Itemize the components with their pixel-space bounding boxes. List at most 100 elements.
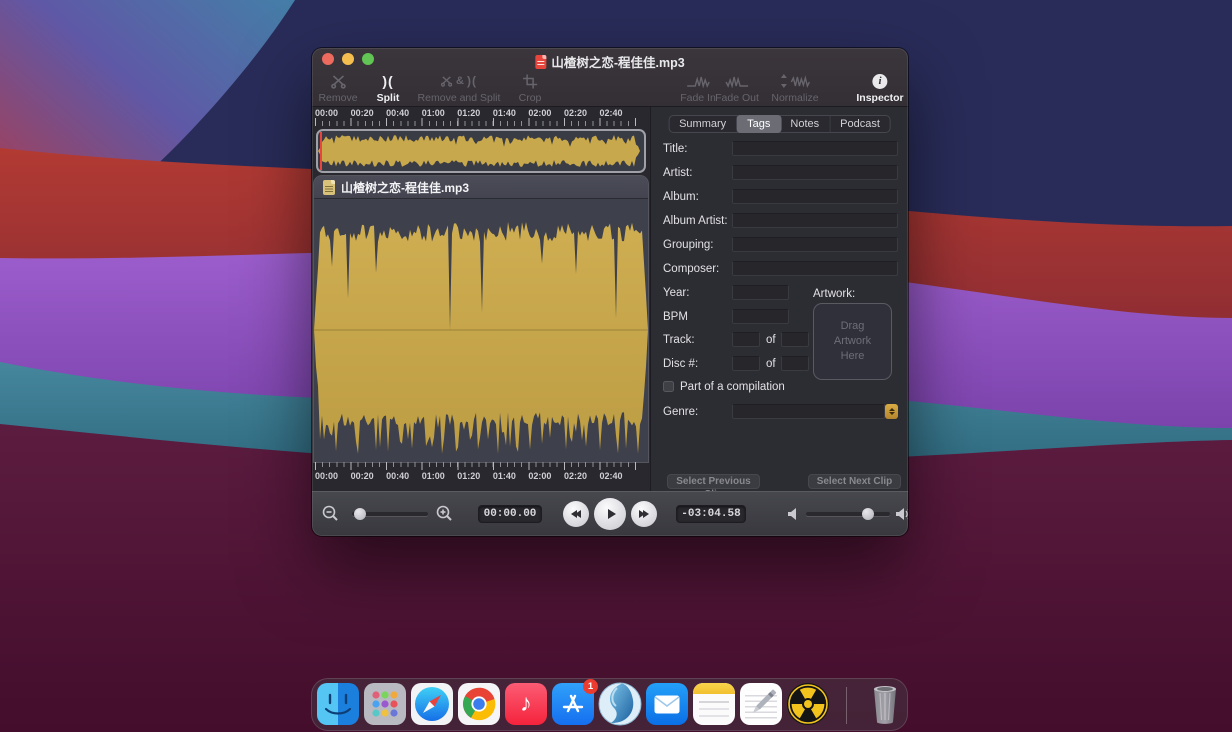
grouping-field[interactable] <box>732 237 898 252</box>
timeline-ruler-bottom[interactable]: 00:0000:2000:4001:0001:2001:4002:0002:20… <box>312 462 644 481</box>
track-number-field[interactable] <box>732 332 760 347</box>
rewind-button[interactable] <box>563 501 589 527</box>
title-label: Title: <box>663 143 688 155</box>
track-of-label: of <box>766 334 776 346</box>
genre-dropdown-stepper[interactable] <box>885 404 898 419</box>
zoom-out-icon[interactable] <box>322 505 339 522</box>
window-title: 山楂树之恋-程佳佳.mp3 <box>535 52 684 71</box>
dock-launchpad-icon[interactable] <box>363 682 407 726</box>
artist-field[interactable] <box>732 165 898 180</box>
select-next-clip-button[interactable]: Select Next Clip <box>808 474 901 489</box>
album-artist-label: Album Artist: <box>663 215 728 227</box>
fade-in-icon <box>680 72 716 90</box>
disc-of-label: of <box>766 358 776 370</box>
album-artist-field[interactable] <box>732 213 898 228</box>
tab-notes[interactable]: Notes <box>780 116 830 132</box>
fast-forward-button[interactable] <box>631 501 657 527</box>
split-button[interactable]: )( Split <box>377 72 400 104</box>
audio-clip[interactable]: 山楂树之恋-程佳佳.mp3 <box>314 176 648 462</box>
crop-icon <box>519 72 542 90</box>
disc-number-field[interactable] <box>732 356 760 371</box>
remove-button[interactable]: Remove <box>318 72 357 104</box>
album-label: Album: <box>663 191 699 203</box>
remaining-time: -03:04.58 <box>676 505 746 523</box>
content-area: 00:0000:2000:4001:0001:2001:4002:0002:20… <box>312 107 908 491</box>
tab-summary[interactable]: Summary <box>669 116 737 132</box>
dock-chrome-icon[interactable] <box>457 682 501 726</box>
zoom-slider-thumb[interactable] <box>354 508 366 520</box>
split-icon: )( <box>377 72 400 90</box>
dock-trash-icon[interactable] <box>863 682 907 726</box>
artwork-dropzone[interactable]: Drag Artwork Here <box>813 303 892 380</box>
tab-podcast[interactable]: Podcast <box>830 116 890 132</box>
volume-high-icon <box>896 507 908 521</box>
close-button[interactable] <box>322 53 334 65</box>
scissors-and-split-icon: &)( <box>418 72 501 90</box>
disc-total-field[interactable] <box>781 356 809 371</box>
composer-field[interactable] <box>732 261 898 276</box>
dock-safari-icon[interactable] <box>410 682 454 726</box>
app-store-badge: 1 <box>583 679 598 694</box>
album-field[interactable] <box>732 189 898 204</box>
inspector-button[interactable]: i Inspector <box>856 72 903 104</box>
dock-separator <box>846 687 847 724</box>
clip-header[interactable]: 山楂树之恋-程佳佳.mp3 <box>314 176 648 199</box>
composer-label: Composer: <box>663 263 719 275</box>
normalize-button[interactable]: Normalize <box>771 72 818 104</box>
volume-slider-thumb[interactable] <box>862 508 874 520</box>
main-waveform[interactable] <box>314 200 648 462</box>
music-note-glyph: ♪ <box>520 692 532 716</box>
year-field[interactable] <box>732 285 789 300</box>
overview-waveform[interactable] <box>316 129 646 173</box>
playhead[interactable] <box>320 132 322 170</box>
bpm-field[interactable] <box>732 309 789 324</box>
genre-label: Genre: <box>663 406 698 418</box>
volume-slider[interactable] <box>806 512 890 516</box>
mp3-document-icon <box>535 55 546 69</box>
window-chrome: 山楂树之恋-程佳佳.mp3 Remove )( Split &)( Remove… <box>312 48 908 107</box>
year-label: Year: <box>663 287 689 299</box>
timeline-ruler-top[interactable]: 00:0000:2000:4001:0001:2001:4002:0002:20… <box>312 107 644 126</box>
waveform-pane: 00:0000:2000:4001:0001:2001:4002:0002:20… <box>312 107 650 491</box>
dock-wave-app-icon[interactable] <box>598 682 642 726</box>
disc-label: Disc #: <box>663 358 698 370</box>
zoom-slider[interactable] <box>352 512 428 516</box>
dock-mail-icon[interactable] <box>645 682 689 726</box>
dock-music-icon[interactable]: ♪ <box>504 682 548 726</box>
title-field[interactable] <box>732 141 898 156</box>
inspector-tabs: Summary Tags Notes Podcast <box>668 115 891 133</box>
dock-fission-icon[interactable] <box>786 682 830 726</box>
normalize-icon <box>771 72 818 90</box>
genre-field[interactable] <box>732 404 885 419</box>
compilation-checkbox[interactable] <box>663 381 674 392</box>
dock: ♪ 1 <box>311 678 908 731</box>
remove-and-split-button[interactable]: &)( Remove and Split <box>418 72 501 104</box>
zoom-in-icon[interactable] <box>436 505 453 522</box>
bpm-label: BPM <box>663 311 688 323</box>
fade-in-button[interactable]: Fade In <box>680 72 716 104</box>
fade-out-button[interactable]: Fade Out <box>715 72 759 104</box>
track-label: Track: <box>663 334 695 346</box>
minimize-button[interactable] <box>342 53 354 65</box>
scissors-icon <box>318 72 357 90</box>
desktop: { "window": { "title": "山楂树之恋-程佳佳.mp3", … <box>0 0 1232 732</box>
dock-textedit-icon[interactable] <box>739 682 783 726</box>
tab-tags[interactable]: Tags <box>736 115 781 133</box>
crop-button[interactable]: Crop <box>519 72 542 104</box>
elapsed-time: 00:00.00 <box>478 505 542 523</box>
artwork-label: Artwork: <box>813 288 855 300</box>
select-previous-clip-button[interactable]: Select Previous Clip <box>667 474 760 489</box>
volume-low-icon <box>788 508 798 520</box>
dock-notes-icon[interactable] <box>692 682 736 726</box>
dock-finder-icon[interactable] <box>316 682 360 726</box>
fade-out-icon <box>715 72 759 90</box>
titlebar[interactable]: 山楂树之恋-程佳佳.mp3 <box>312 48 908 70</box>
dock-app-store-icon[interactable]: 1 <box>551 682 595 726</box>
fission-window: 山楂树之恋-程佳佳.mp3 Remove )( Split &)( Remove… <box>312 48 908 536</box>
play-button[interactable] <box>594 498 626 530</box>
track-total-field[interactable] <box>781 332 809 347</box>
audio-file-icon <box>323 180 335 195</box>
clip-name: 山楂树之恋-程佳佳.mp3 <box>341 179 469 196</box>
compilation-label: Part of a compilation <box>680 381 785 393</box>
zoom-button[interactable] <box>362 53 374 65</box>
